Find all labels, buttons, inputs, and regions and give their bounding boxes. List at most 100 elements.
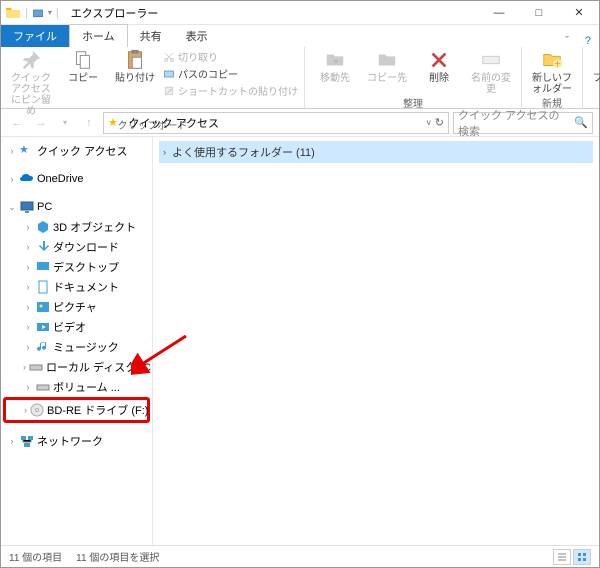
tree-music[interactable]: ›ミュージック (1, 337, 152, 357)
group-clipboard: クイック アクセスにピン留め コピー 貼り付け 切り取り パスのコピー ショート… (1, 47, 305, 108)
moveto-icon (324, 49, 346, 71)
tree-bdre-drive[interactable]: ›BD-RE ドライブ (F:) (6, 400, 147, 420)
rename-button[interactable]: 名前の変更 (467, 49, 515, 95)
delete-button[interactable]: 削除 (415, 49, 463, 84)
status-selected-count: 11 個の項目を選択 (76, 549, 159, 564)
delete-icon (428, 49, 450, 71)
copyto-icon (376, 49, 398, 71)
tree-3dobjects[interactable]: ›3D オブジェクト (1, 217, 152, 237)
rename-icon (480, 49, 502, 71)
qat-folder-icon[interactable] (32, 7, 44, 19)
minimize-button[interactable]: — (479, 1, 519, 25)
shortcut-icon (163, 85, 175, 97)
icons-icon (577, 552, 587, 562)
tree-desktop[interactable]: ›デスクトップ (1, 257, 152, 277)
tab-view[interactable]: 表示 (174, 25, 220, 47)
cut-button[interactable]: 切り取り (163, 49, 298, 64)
tree-pictures[interactable]: ›ピクチャ (1, 297, 152, 317)
ribbon-tabs: ファイル ホーム 共有 表示 ˇ ? (1, 25, 599, 47)
copypath-button[interactable]: パスのコピー (163, 66, 298, 81)
newfolder-button[interactable]: 新しいフォルダー (528, 49, 576, 95)
chevron-right-icon[interactable]: › (23, 262, 33, 272)
tree-pc[interactable]: ⌄PC (1, 197, 152, 217)
paste-button[interactable]: 貼り付け (111, 49, 159, 84)
tab-share[interactable]: 共有 (128, 25, 174, 47)
newfolder-icon (541, 49, 563, 71)
drive-icon (28, 359, 44, 375)
pc-icon (19, 199, 35, 215)
qat-dropdown[interactable]: ▾ (48, 8, 52, 17)
annotation-highlight-box: ›BD-RE ドライブ (F:) (3, 397, 150, 423)
close-button[interactable]: ✕ (559, 1, 599, 25)
view-mode-buttons (553, 549, 591, 565)
view-icons-button[interactable] (573, 549, 591, 565)
group-organize: 移動先 コピー先 削除 名前の変更 整理 (305, 47, 522, 108)
chevron-down-icon[interactable]: ⌄ (7, 202, 17, 213)
address-dropdown[interactable]: v (427, 118, 431, 127)
desktop-icon (35, 259, 51, 275)
tree-quickaccess[interactable]: ›★クイック アクセス (1, 141, 152, 161)
window-title: エクスプローラー (63, 5, 479, 21)
drive-icon (35, 379, 51, 395)
nav-recent[interactable]: ▾ (55, 113, 75, 133)
copy-button[interactable]: コピー (59, 49, 107, 84)
pin-icon (20, 49, 42, 71)
content-area: ›★クイック アクセス ›OneDrive ⌄PC ›3D オブジェクト ›ダウ… (1, 137, 599, 546)
onedrive-icon (19, 171, 35, 187)
copypath-icon (163, 68, 175, 80)
tab-home[interactable]: ホーム (69, 24, 128, 47)
moveto-button[interactable]: 移動先 (311, 49, 359, 84)
chevron-right-icon[interactable]: › (23, 222, 33, 232)
search-box[interactable]: クイック アクセスの検索 🔍 (453, 112, 593, 134)
main-pane[interactable]: › よく使用するフォルダー (11) (153, 137, 599, 546)
tree-documents[interactable]: ›ドキュメント (1, 277, 152, 297)
details-icon (557, 552, 567, 562)
copyto-button[interactable]: コピー先 (363, 49, 411, 84)
tree-downloads[interactable]: ›ダウンロード (1, 237, 152, 257)
search-icon: 🔍 (574, 116, 588, 129)
tree-localdisk[interactable]: ›ローカル ディスク (C:) (1, 357, 152, 377)
paste-icon (124, 49, 146, 71)
pasteshortcut-button[interactable]: ショートカットの貼り付け (163, 83, 298, 98)
tree-network[interactable]: ›ネットワーク (1, 431, 152, 451)
copy-icon (72, 49, 94, 71)
view-details-button[interactable] (553, 549, 571, 565)
downloads-icon (35, 239, 51, 255)
ribbon-collapse[interactable]: ˇ (557, 35, 577, 47)
chevron-right-icon[interactable]: › (23, 302, 33, 312)
chevron-right-icon[interactable]: › (23, 282, 33, 292)
scissors-icon (163, 51, 175, 63)
chevron-right-icon[interactable]: › (7, 436, 17, 446)
ribbon: クイック アクセスにピン留め コピー 貼り付け 切り取り パスのコピー ショート… (1, 47, 599, 109)
chevron-right-icon[interactable]: › (23, 382, 33, 392)
properties-button[interactable]: プロパティ (589, 49, 600, 95)
chevron-right-icon[interactable]: › (23, 322, 33, 332)
chevron-right-icon[interactable]: › (23, 342, 33, 352)
group-new: 新しいフォルダー 新規 (522, 47, 583, 108)
folder-group-header[interactable]: › よく使用するフォルダー (11) (159, 141, 593, 163)
titlebar: | ▾ | エクスプローラー — □ ✕ (1, 1, 599, 25)
pin-quickaccess-button[interactable]: クイック アクセスにピン留め (7, 49, 55, 117)
nav-up[interactable]: ↑ (79, 113, 99, 133)
quickaccess-star-icon: ★ (108, 116, 118, 129)
help-button[interactable]: ? (577, 35, 599, 47)
breadcrumb[interactable]: クイック アクセス (129, 115, 220, 131)
tree-videos[interactable]: ›ビデオ (1, 317, 152, 337)
chevron-right-icon[interactable]: › (24, 405, 27, 415)
tree-onedrive[interactable]: ›OneDrive (1, 169, 152, 189)
nav-back[interactable]: ← (7, 113, 27, 133)
tab-file[interactable]: ファイル (1, 25, 69, 47)
nav-forward[interactable]: → (31, 113, 51, 133)
refresh-button[interactable]: ↻ (435, 116, 444, 129)
tree-volume[interactable]: ›ボリューム ... (1, 377, 152, 397)
chevron-right-icon[interactable]: › (23, 242, 33, 252)
network-icon (19, 433, 35, 449)
maximize-button[interactable]: □ (519, 1, 559, 25)
address-box[interactable]: ★ › クイック アクセス v ↻ (103, 112, 449, 134)
pictures-icon (35, 299, 51, 315)
explorer-icon (5, 5, 21, 21)
chevron-right-icon[interactable]: › (7, 174, 17, 184)
chevron-right-icon[interactable]: › (7, 146, 17, 156)
chevron-right-icon[interactable]: › (23, 362, 26, 372)
status-bar: 11 個の項目 11 個の項目を選択 (1, 545, 599, 567)
